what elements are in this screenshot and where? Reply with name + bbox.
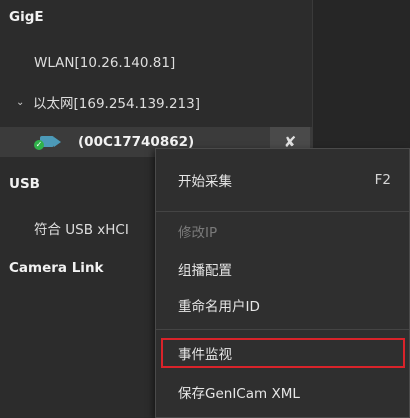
interface-wlan-label: WLAN[10.26.140.81]: [34, 55, 176, 71]
menu-item-rename-user-id-label: 重命名用户ID: [178, 299, 260, 315]
interface-wlan[interactable]: WLAN[10.26.140.81]: [0, 48, 312, 78]
context-menu: 开始采集 F2 修改IP 组播配置 重命名用户ID 事件监视 保存GenICam…: [155, 148, 410, 418]
category-gige[interactable]: GigE: [0, 2, 312, 32]
check-icon: ✓: [34, 140, 44, 150]
menu-item-shortcut: F2: [374, 172, 391, 188]
menu-item-event-monitor[interactable]: 事件监视: [161, 338, 405, 368]
menu-item-multicast-config[interactable]: 组播配置: [156, 254, 409, 284]
interface-usb-xhci-label: 符合 USB xHCI: [34, 222, 129, 238]
interface-ethernet-label: 以太网[169.254.139.213]: [33, 96, 200, 112]
menu-separator: [156, 329, 409, 330]
menu-item-multicast-config-label: 组播配置: [178, 263, 232, 279]
category-camera-link-label: Camera Link: [9, 260, 104, 276]
menu-item-save-genicam-xml-label: 保存GenICam XML: [178, 386, 300, 402]
camera-icon: ✓: [34, 134, 64, 150]
menu-item-rename-user-id[interactable]: 重命名用户ID: [156, 290, 409, 320]
menu-item-modify-ip-label: 修改IP: [178, 225, 218, 241]
menu-item-event-monitor-label: 事件监视: [178, 347, 232, 363]
menu-item-modify-ip[interactable]: 修改IP: [156, 216, 409, 246]
chevron-down-icon[interactable]: ⌄: [16, 97, 26, 108]
menu-item-start-acquisition[interactable]: 开始采集 F2: [156, 165, 409, 195]
category-gige-label: GigE: [9, 9, 44, 25]
menu-separator: [156, 211, 409, 212]
interface-ethernet[interactable]: ⌄ 以太网[169.254.139.213]: [0, 87, 312, 117]
menu-item-start-acquisition-label: 开始采集: [178, 174, 232, 190]
category-usb-label: USB: [9, 176, 40, 192]
menu-item-save-genicam-xml[interactable]: 保存GenICam XML: [156, 377, 409, 407]
